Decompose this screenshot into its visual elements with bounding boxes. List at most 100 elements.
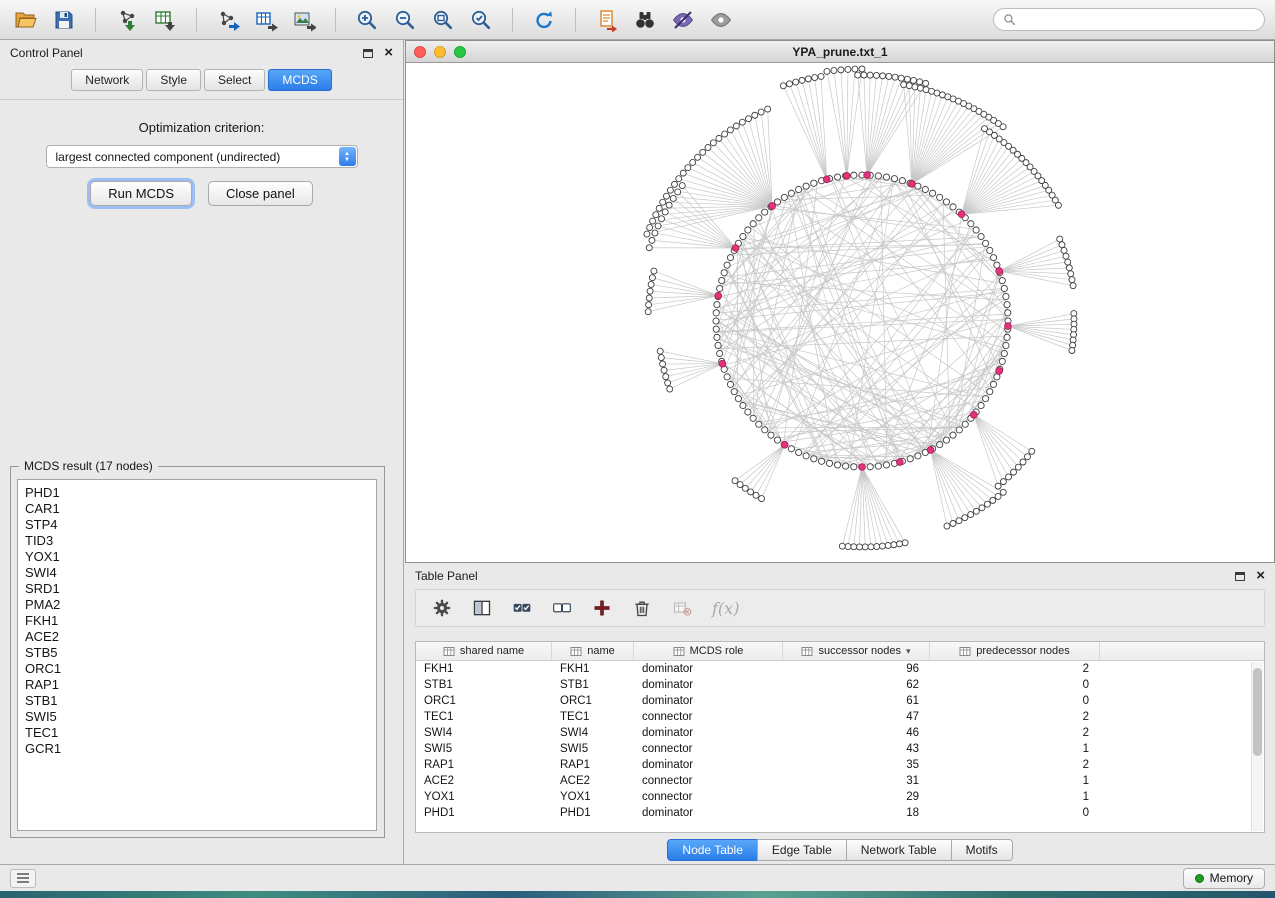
deselect-all-icon[interactable] xyxy=(550,596,574,620)
close-window-icon[interactable] xyxy=(414,46,426,58)
sort-caret-icon: ▾ xyxy=(906,646,911,657)
cell-successor_nodes: 61 xyxy=(783,695,930,707)
import-network-icon[interactable] xyxy=(111,5,143,35)
table-row[interactable]: ACE2ACE2connector311 xyxy=(416,773,1264,789)
minimize-window-icon[interactable] xyxy=(434,46,446,58)
cell-predecessor_nodes: 1 xyxy=(930,791,1100,803)
hide-column-icon[interactable] xyxy=(670,596,694,620)
cell-shared_name: FKH1 xyxy=(416,663,552,675)
close-table-panel-icon[interactable]: × xyxy=(1256,571,1265,581)
search-box[interactable] xyxy=(993,8,1265,31)
export-table-icon[interactable] xyxy=(250,5,282,35)
cell-name: STB1 xyxy=(552,679,634,691)
tab-edge-table[interactable]: Edge Table xyxy=(757,839,847,861)
table-header-row: shared namenameMCDS rolesuccessor nodes▾… xyxy=(416,642,1264,661)
run-mcds-button[interactable]: Run MCDS xyxy=(90,181,192,206)
table-body: FKH1FKH1dominator962STB1STB1dominator620… xyxy=(416,661,1264,821)
export-network-icon[interactable] xyxy=(212,5,244,35)
close-panel-button[interactable]: Close panel xyxy=(208,181,313,206)
zoom-in-icon[interactable] xyxy=(351,5,383,35)
find-binoculars-icon[interactable] xyxy=(629,5,661,35)
column-header-successor-nodes[interactable]: successor nodes▾ xyxy=(783,642,930,660)
column-type-icon xyxy=(959,646,971,657)
network-titlebar[interactable]: YPA_prune.txt_1 xyxy=(406,41,1274,63)
table-row[interactable]: RAP1RAP1dominator352 xyxy=(416,757,1264,773)
tab-style[interactable]: Style xyxy=(146,69,201,91)
cell-successor_nodes: 18 xyxy=(783,807,930,819)
mcds-result-item[interactable]: FKH1 xyxy=(25,613,376,629)
mcds-result-list[interactable]: PHD1CAR1STP4TID3YOX1SWI4SRD1PMA2FKH1ACE2… xyxy=(17,479,377,831)
table-row[interactable]: ORC1ORC1dominator610 xyxy=(416,693,1264,709)
table-row[interactable]: PHD1PHD1dominator180 xyxy=(416,805,1264,821)
mcds-result-item[interactable]: PMA2 xyxy=(25,597,376,613)
delete-entry-icon[interactable] xyxy=(630,596,654,620)
tab-mcds[interactable]: MCDS xyxy=(268,69,331,91)
copy-network-icon[interactable] xyxy=(591,5,623,35)
cell-shared_name: YOX1 xyxy=(416,791,552,803)
tab-node-table[interactable]: Node Table xyxy=(667,839,758,861)
column-header-MCDS-role[interactable]: MCDS role xyxy=(634,642,783,660)
table-row[interactable]: YOX1YOX1connector291 xyxy=(416,789,1264,805)
maximize-window-icon[interactable] xyxy=(454,46,466,58)
zoom-fit-icon[interactable] xyxy=(427,5,459,35)
mcds-result-item[interactable]: RAP1 xyxy=(25,677,376,693)
cell-successor_nodes: 62 xyxy=(783,679,930,691)
column-header-predecessor-nodes[interactable]: predecessor nodes xyxy=(930,642,1100,660)
hide-selected-icon[interactable] xyxy=(667,5,699,35)
table-scrollbar[interactable] xyxy=(1251,662,1263,831)
mcds-result-item[interactable]: STB5 xyxy=(25,645,376,661)
show-columns-icon[interactable] xyxy=(470,596,494,620)
dropdown-stepper-icon: ▲▼ xyxy=(339,147,356,166)
export-image-icon[interactable] xyxy=(288,5,320,35)
function-builder-icon[interactable]: f(x) xyxy=(712,599,739,618)
network-view[interactable] xyxy=(406,63,1274,562)
table-row[interactable]: STB1STB1dominator620 xyxy=(416,677,1264,693)
mcds-result-item[interactable]: GCR1 xyxy=(25,741,376,757)
memory-button[interactable]: Memory xyxy=(1183,868,1265,889)
mcds-result-item[interactable]: CAR1 xyxy=(25,501,376,517)
tab-motifs[interactable]: Motifs xyxy=(951,839,1013,861)
cell-successor_nodes: 46 xyxy=(783,727,930,739)
column-header-shared-name[interactable]: shared name xyxy=(416,642,552,660)
import-table-icon[interactable] xyxy=(149,5,181,35)
mcds-result-item[interactable]: TID3 xyxy=(25,533,376,549)
mcds-result-item[interactable]: PHD1 xyxy=(25,485,376,501)
scrollbar-thumb[interactable] xyxy=(1253,668,1262,756)
table-row[interactable]: TEC1TEC1connector472 xyxy=(416,709,1264,725)
open-file-icon[interactable] xyxy=(10,5,42,35)
memory-label: Memory xyxy=(1210,871,1253,885)
select-all-icon[interactable] xyxy=(510,596,534,620)
mcds-result-item[interactable]: SWI5 xyxy=(25,709,376,725)
search-input[interactable] xyxy=(1022,13,1255,27)
tab-select[interactable]: Select xyxy=(204,69,265,91)
refresh-view-icon[interactable] xyxy=(528,5,560,35)
mcds-result-item[interactable]: SRD1 xyxy=(25,581,376,597)
zoom-selected-icon[interactable] xyxy=(465,5,497,35)
close-panel-icon[interactable]: × xyxy=(384,48,393,58)
mcds-result-item[interactable]: YOX1 xyxy=(25,549,376,565)
table-row[interactable]: FKH1FKH1dominator962 xyxy=(416,661,1264,677)
add-entry-icon[interactable] xyxy=(590,596,614,620)
tab-network-table[interactable]: Network Table xyxy=(846,839,952,861)
zoom-out-icon[interactable] xyxy=(389,5,421,35)
column-header-name[interactable]: name xyxy=(552,642,634,660)
mcds-result-item[interactable]: ACE2 xyxy=(25,629,376,645)
mcds-result-item[interactable]: TEC1 xyxy=(25,725,376,741)
float-panel-icon[interactable] xyxy=(363,49,373,58)
table-row[interactable]: SWI5SWI5connector431 xyxy=(416,741,1264,757)
show-all-icon[interactable] xyxy=(705,5,737,35)
table-row[interactable]: SWI4SWI4dominator462 xyxy=(416,725,1264,741)
node-table: shared namenameMCDS rolesuccessor nodes▾… xyxy=(415,641,1265,833)
mcds-result-item[interactable]: SWI4 xyxy=(25,565,376,581)
float-table-panel-icon[interactable] xyxy=(1235,572,1245,581)
cell-successor_nodes: 47 xyxy=(783,711,930,723)
panel-menu-button[interactable] xyxy=(10,869,36,888)
tab-network[interactable]: Network xyxy=(71,69,143,91)
settings-gear-icon[interactable] xyxy=(430,596,454,620)
network-graph[interactable] xyxy=(406,63,1274,562)
criterion-dropdown[interactable]: largest connected component (undirected)… xyxy=(46,145,358,168)
mcds-result-item[interactable]: STP4 xyxy=(25,517,376,533)
mcds-result-item[interactable]: ORC1 xyxy=(25,661,376,677)
mcds-result-item[interactable]: STB1 xyxy=(25,693,376,709)
save-session-icon[interactable] xyxy=(48,5,80,35)
